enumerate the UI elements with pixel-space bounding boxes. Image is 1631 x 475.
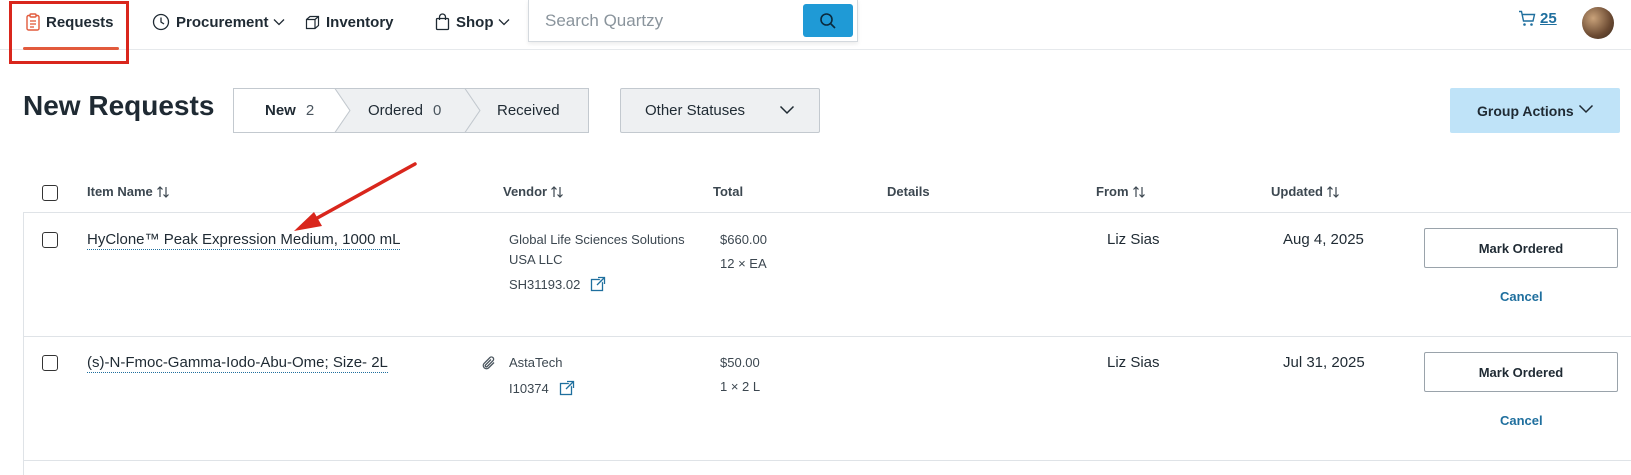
tab-new[interactable]: New 2 [265, 88, 314, 133]
nav-requests-label: Requests [46, 13, 114, 31]
tab-received[interactable]: Received [497, 88, 560, 133]
group-actions-dropdown[interactable]: Group Actions [1450, 88, 1620, 133]
vendor-name-line: USA LLC [509, 252, 563, 267]
paperclip-icon[interactable] [481, 355, 497, 371]
column-header-vendor-label: Vendor [503, 184, 548, 199]
nav-inventory[interactable]: Inventory [305, 0, 394, 44]
catalog-number: SH31193.02 [509, 276, 606, 292]
search-icon [820, 12, 836, 29]
clock-icon [152, 13, 170, 31]
cancel-button[interactable]: Cancel [1500, 289, 1543, 304]
external-link-icon[interactable] [559, 380, 575, 396]
group-actions-label: Group Actions [1477, 102, 1574, 119]
row-divider [23, 460, 1631, 461]
cart-count: 25 [1540, 10, 1557, 27]
avatar[interactable] [1582, 7, 1614, 39]
item-name-link[interactable]: (s)-N-Fmoc-Gamma-Iodo-Abu-Ome; Size- 2L [87, 354, 388, 373]
mark-ordered-button[interactable]: Mark Ordered [1424, 352, 1618, 392]
box-icon [305, 15, 320, 29]
bag-icon [435, 13, 450, 31]
row-checkbox[interactable] [42, 232, 58, 248]
column-header-from-label: From [1096, 184, 1129, 199]
sort-icon [551, 185, 564, 198]
requested-by: Liz Sias [1107, 231, 1160, 248]
tab-ordered-label: Ordered [368, 102, 424, 119]
nav-procurement-label: Procurement [176, 13, 269, 31]
cart-icon [1519, 10, 1536, 26]
status-tabs: New 2 Ordered 0 Received [233, 88, 589, 133]
updated-date: Jul 31, 2025 [1283, 354, 1365, 371]
column-header-details-label: Details [887, 184, 930, 199]
search-button[interactable] [803, 4, 853, 37]
nav-shop-label: Shop [456, 13, 494, 31]
page-title: New Requests [23, 90, 215, 121]
other-statuses-dropdown[interactable]: Other Statuses [620, 88, 820, 133]
tab-new-label: New [265, 102, 296, 119]
requested-by: Liz Sias [1107, 354, 1160, 371]
table-left-border [23, 212, 24, 475]
total-price: $50.00 [720, 355, 760, 370]
row-checkbox[interactable] [42, 355, 58, 371]
updated-date: Aug 4, 2025 [1283, 231, 1364, 248]
active-tab-indicator [23, 47, 119, 50]
vendor-name-line: Global Life Sciences Solutions [509, 232, 685, 247]
quantity: 12 × EA [720, 256, 767, 271]
other-statuses-label: Other Statuses [645, 102, 746, 119]
vendor-name-line: AstaTech [509, 355, 563, 370]
vendor-name: Global Life Sciences Solutions USA LLC [509, 230, 685, 270]
item-name-link[interactable]: HyClone™ Peak Expression Medium, 1000 mL [87, 231, 401, 250]
nav-shop[interactable]: Shop [435, 0, 510, 44]
search-input[interactable] [545, 8, 785, 34]
total-price: $660.00 [720, 232, 767, 247]
column-header-item-name[interactable]: Item Name [87, 184, 170, 199]
column-header-total: Total [713, 184, 743, 199]
select-all-checkbox[interactable] [42, 185, 58, 201]
tab-ordered-count: 0 [433, 102, 442, 119]
chevron-down-icon [498, 19, 509, 26]
catalog-number-text: I10374 [509, 380, 549, 396]
sort-icon [1327, 185, 1339, 198]
column-header-total-label: Total [713, 184, 744, 199]
external-link-icon[interactable] [590, 276, 606, 292]
quantity: 1 × 2 L [720, 379, 761, 394]
column-header-details: Details [887, 184, 930, 199]
top-navigation: Requests Procurement Inventory Shop Sear… [0, 0, 1631, 64]
mark-ordered-button[interactable]: Mark Ordered [1424, 228, 1618, 268]
column-header-vendor[interactable]: Vendor [503, 184, 564, 199]
column-header-updated[interactable]: Updated [1271, 184, 1340, 199]
tab-received-label: Received [497, 102, 560, 119]
vendor-name: AstaTech [509, 353, 562, 373]
row-divider [23, 336, 1631, 337]
tab-ordered[interactable]: Ordered 0 [368, 88, 441, 133]
nav-procurement[interactable]: Procurement [152, 0, 285, 44]
search-bar [528, 0, 858, 42]
column-header-item-name-label: Item Name [87, 184, 153, 199]
tab-new-count: 2 [305, 102, 315, 119]
column-header-from[interactable]: From [1096, 184, 1146, 199]
cart-link[interactable]: 25 [1518, 10, 1557, 27]
catalog-number-text: SH31193.02 [509, 276, 581, 292]
catalog-number: I10374 [509, 380, 575, 396]
column-header-updated-label: Updated [1271, 184, 1323, 199]
sort-icon [1132, 185, 1145, 198]
cancel-button[interactable]: Cancel [1500, 413, 1543, 428]
table-divider [23, 212, 1631, 213]
chevron-down-icon [273, 19, 284, 26]
clipboard-icon [26, 13, 40, 31]
nav-inventory-label: Inventory [326, 13, 394, 31]
chevron-down-icon [1578, 104, 1594, 114]
nav-requests[interactable]: Requests [26, 0, 114, 44]
chevron-down-icon [779, 105, 795, 115]
sort-icon [156, 185, 169, 198]
